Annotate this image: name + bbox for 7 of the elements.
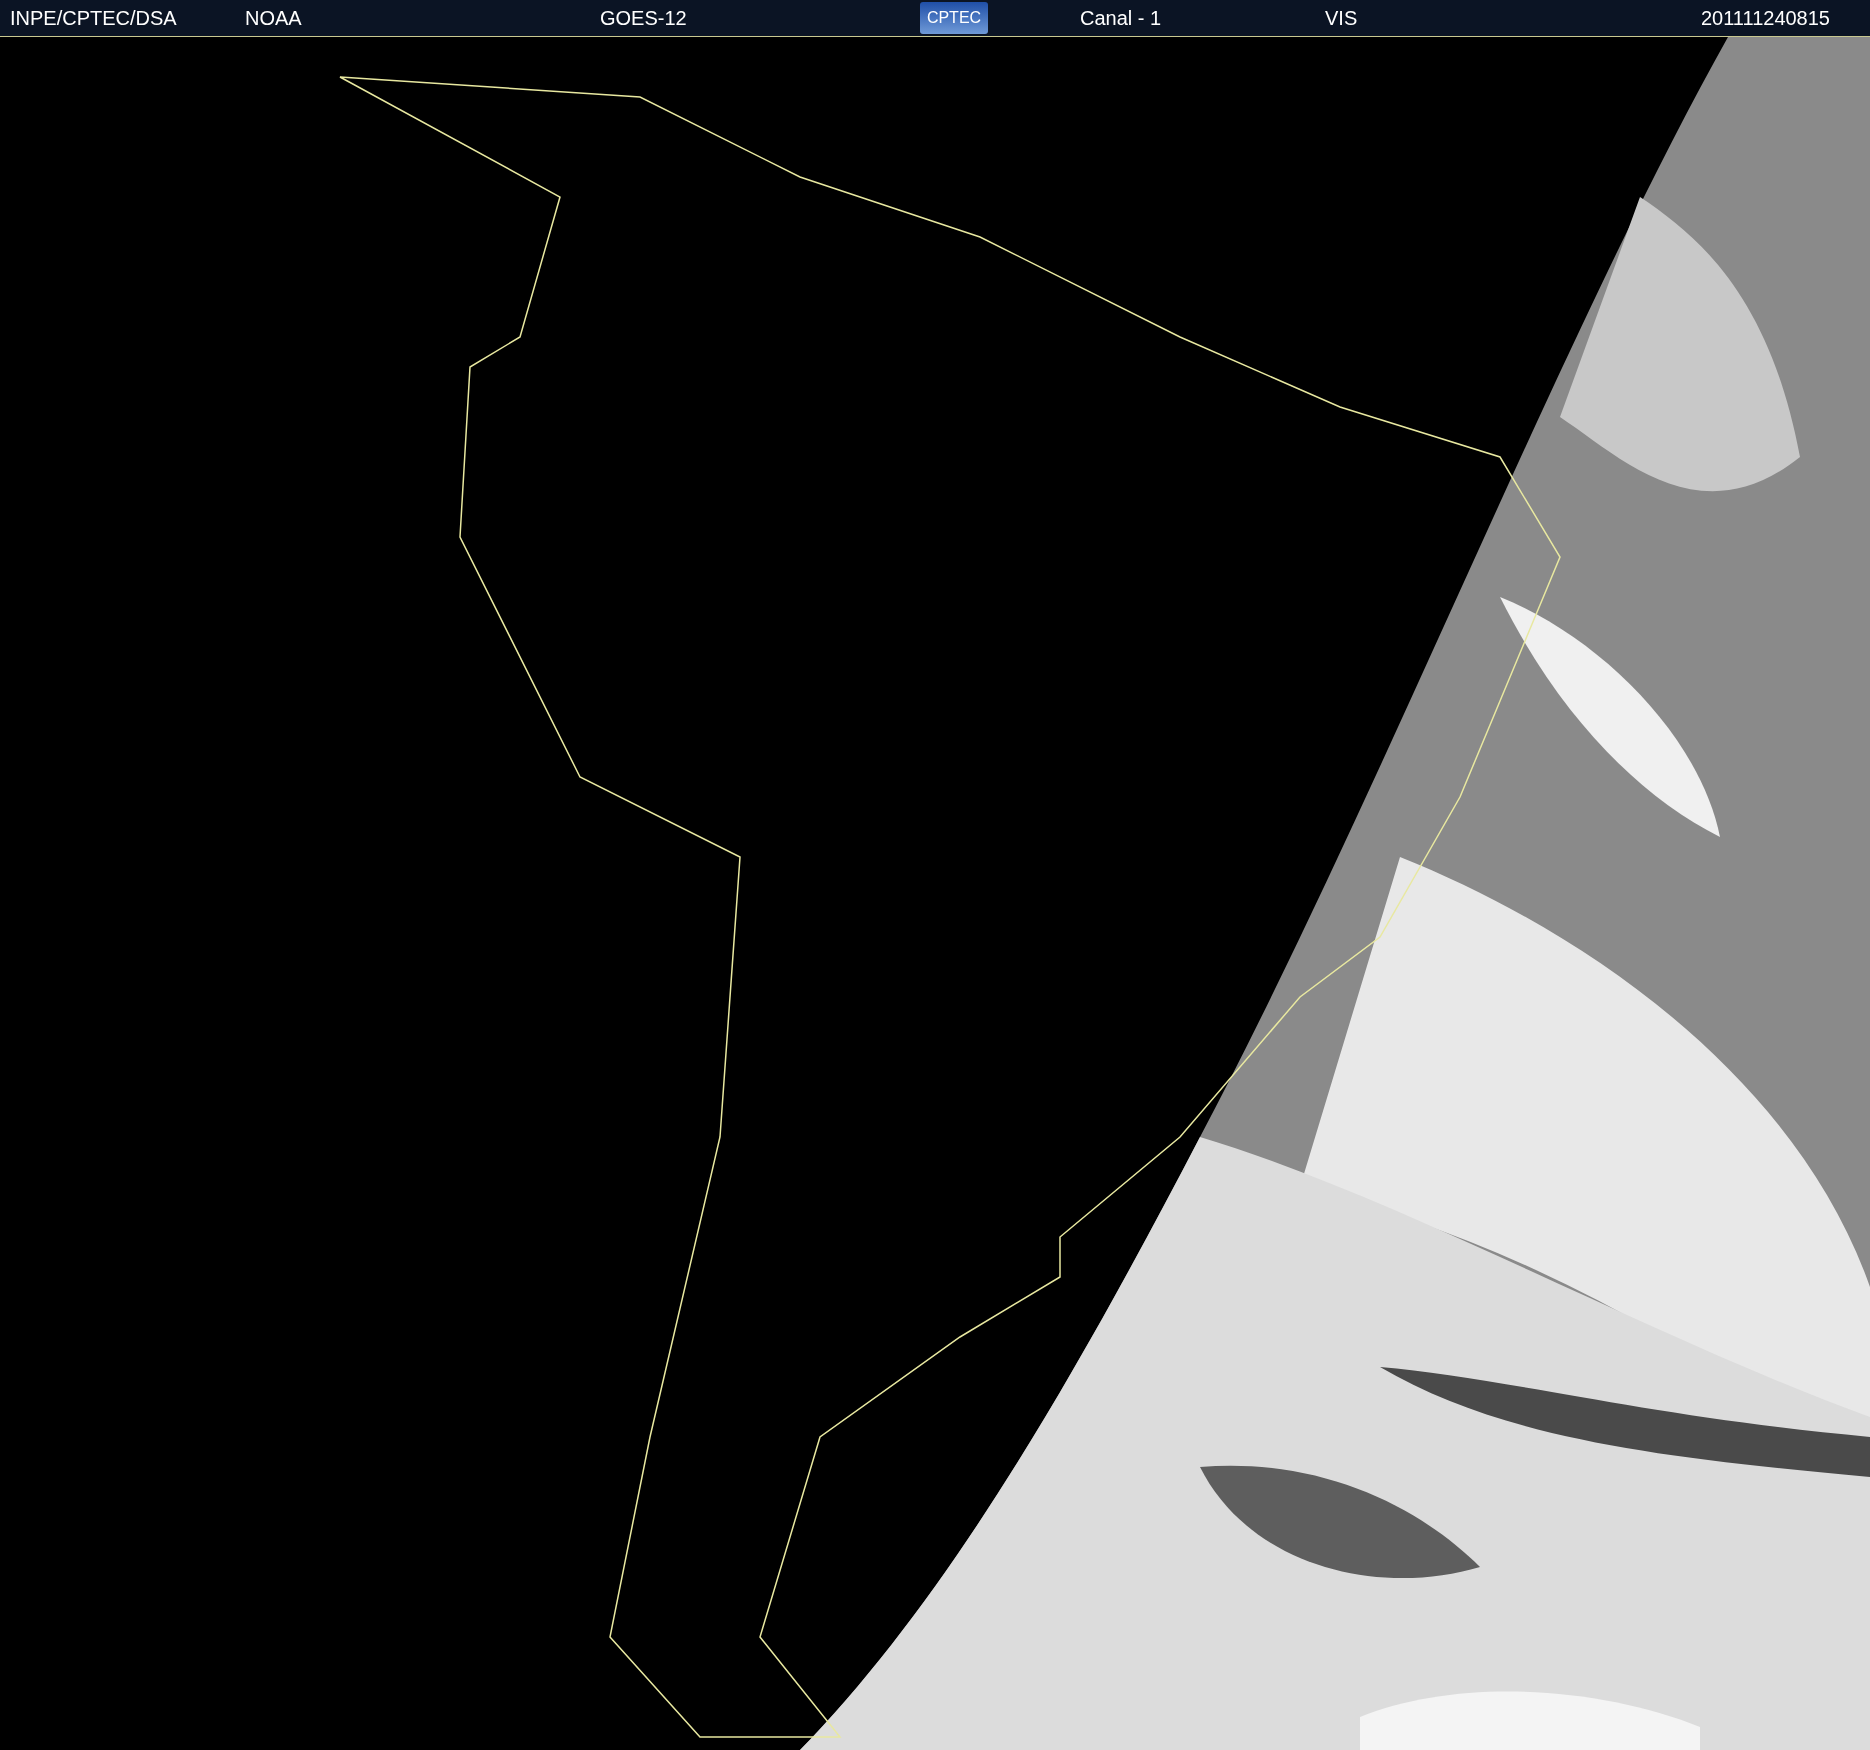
header-label: Canal - 1 — [1080, 6, 1162, 30]
header-label: 201111240815 — [1700, 6, 1831, 30]
header-label: GOES-12 — [600, 6, 687, 30]
header-label: VIS — [1325, 6, 1358, 30]
header-label: INPE/CPTEC/DSA — [9, 6, 177, 30]
logo: CPTEC — [920, 2, 988, 34]
header-label: NOAA — [245, 6, 302, 30]
